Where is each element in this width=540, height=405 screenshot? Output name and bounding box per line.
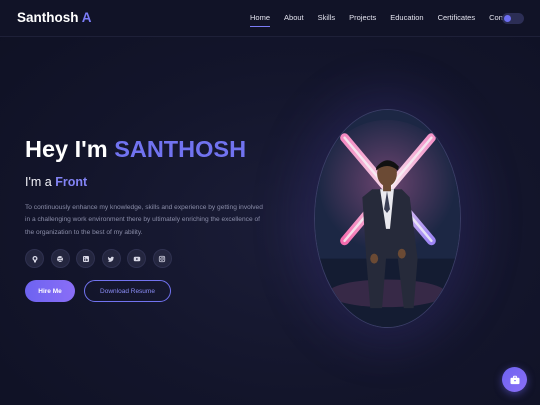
linkedin-link[interactable] — [76, 249, 95, 268]
hero-role: I'm a Front — [25, 175, 87, 189]
nav-education[interactable]: Education — [390, 13, 423, 22]
hero-name: SANTHOSH — [114, 136, 247, 162]
linkedin-icon — [82, 255, 89, 262]
twitter-link[interactable] — [101, 249, 121, 268]
brand-logo[interactable]: Santhosh A — [17, 10, 92, 25]
nav-skills[interactable]: Skills — [318, 13, 336, 22]
twitter-icon — [107, 256, 114, 262]
github-link[interactable] — [25, 249, 44, 268]
download-resume-button[interactable]: Download Resume — [84, 280, 171, 302]
dribbble-link[interactable] — [50, 249, 70, 268]
role-typed: Front — [55, 175, 88, 189]
dribbble-icon — [57, 255, 63, 262]
youtube-link[interactable] — [127, 249, 146, 268]
youtube-icon — [133, 256, 140, 261]
instagram-icon — [158, 255, 166, 262]
profile-photo — [314, 109, 461, 328]
hero-description: To continuously enhance my knowledge, sk… — [25, 204, 263, 236]
floating-action-button[interactable] — [502, 367, 527, 392]
role-prefix: I'm a — [25, 175, 52, 189]
brand-accent: A — [81, 10, 92, 25]
nav-home[interactable]: Home — [250, 13, 271, 27]
brand-name: Santhosh — [17, 10, 79, 25]
toggle-icon — [504, 15, 511, 22]
profile-photo-illustration — [315, 110, 460, 327]
navbar: Santhosh A Home About Skills Projects Ed… — [0, 0, 540, 37]
briefcase-icon — [510, 375, 519, 384]
nav-projects[interactable]: Projects — [349, 13, 376, 22]
hero-title: Hey I'm SANTHOSH — [25, 136, 246, 163]
instagram-link[interactable] — [152, 249, 172, 268]
hero-greeting: Hey I'm — [25, 136, 108, 162]
nav-about[interactable]: About — [284, 13, 304, 22]
nav-links: Home About Skills Projects Education Cer… — [250, 13, 529, 27]
github-icon — [32, 255, 37, 262]
nav-certificates[interactable]: Certificates — [438, 13, 476, 22]
social-links — [25, 249, 178, 268]
theme-toggle[interactable] — [502, 13, 524, 24]
hire-me-button[interactable]: Hire Me — [25, 280, 75, 302]
